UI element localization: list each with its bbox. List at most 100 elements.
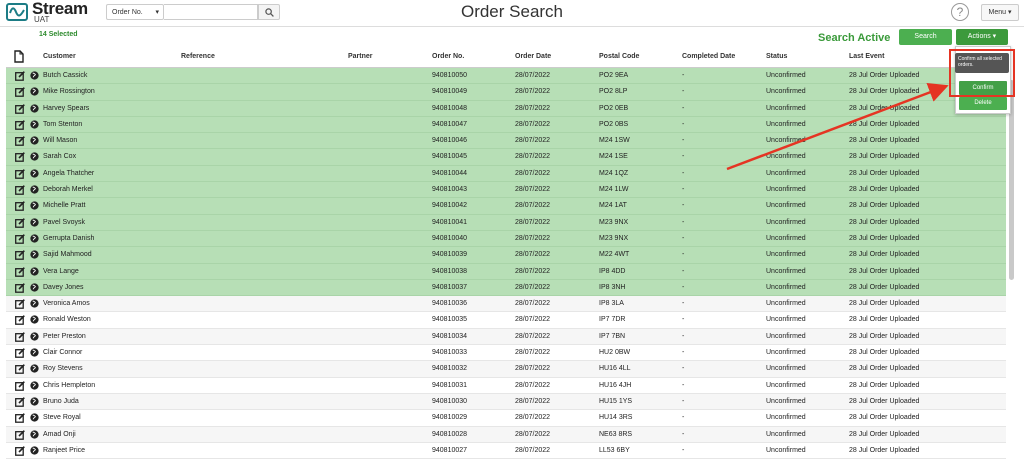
help-icon[interactable]: ? — [951, 3, 969, 21]
table-row[interactable]: Clair Connor 940810033 28/07/2022 HU2 0BW - U… — [6, 345, 1006, 362]
cell-customer[interactable]: Angela Thatcher — [43, 170, 94, 177]
menu-button[interactable]: Menu ▾ — [981, 4, 1019, 21]
edit-icon[interactable] — [15, 87, 25, 98]
globe-icon[interactable] — [30, 364, 39, 373]
table-row[interactable]: Peter Preston 940810034 28/07/2022 IP7 7BN -… — [6, 328, 1006, 346]
edit-icon[interactable] — [15, 71, 25, 81]
cell-customer[interactable]: Vera Lange — [43, 268, 79, 275]
globe-icon[interactable] — [30, 152, 39, 162]
table-row[interactable]: Mike Rossington 940810049 28/07/2022 PO2 8L… — [6, 84, 1006, 101]
globe-icon[interactable] — [30, 71, 39, 80]
table-row[interactable]: Will Mason 940810046 28/07/2022 M24 1SW - Unc… — [6, 133, 1006, 150]
edit-icon[interactable] — [15, 429, 25, 440]
cell-customer[interactable]: Steve Royal — [43, 414, 81, 421]
table-row[interactable]: Sarah Cox 940810045 28/07/2022 M24 1SE - Unco… — [6, 149, 1006, 166]
edit-icon[interactable] — [15, 250, 25, 261]
edit-icon[interactable] — [15, 185, 25, 195]
edit-icon[interactable] — [15, 445, 25, 456]
globe-icon[interactable] — [30, 381, 39, 390]
edit-icon[interactable] — [15, 136, 25, 147]
cell-customer[interactable]: Michelle Pratt — [43, 202, 85, 209]
table-row[interactable]: Amad Onji 940810028 28/07/2022 NE63 8RS - Unc… — [6, 426, 1006, 443]
table-row[interactable]: Gerrupta Danish 940810040 28/07/2022 M23 9N… — [6, 230, 1006, 248]
cell-customer[interactable]: Ranjeet Price — [43, 447, 85, 454]
globe-icon[interactable] — [30, 201, 39, 211]
globe-icon[interactable] — [30, 250, 39, 259]
edit-icon[interactable] — [15, 282, 25, 293]
cell-customer[interactable]: Roy Stevens — [43, 365, 83, 372]
globe-icon[interactable] — [30, 332, 39, 341]
col-partner[interactable]: Partner — [348, 53, 373, 60]
col-completed-date[interactable]: Completed Date — [682, 53, 735, 60]
globe-icon[interactable] — [30, 136, 39, 145]
table-row[interactable]: Roy Stevens 940810032 28/07/2022 HU16 4LL - U… — [6, 361, 1006, 378]
edit-icon[interactable] — [15, 397, 25, 407]
col-postal-code[interactable]: Postal Code — [599, 53, 639, 60]
table-row[interactable]: Deborah Merkel 940810043 28/07/2022 M24 1LW… — [6, 182, 1006, 199]
table-row[interactable]: Michelle Pratt 940810042 28/07/2022 M24 1AT… — [6, 198, 1006, 215]
delete-menu-item[interactable]: Delete — [959, 97, 1007, 110]
cell-customer[interactable]: Veronica Amos — [43, 300, 90, 307]
cell-customer[interactable]: Amad Onji — [43, 431, 76, 438]
col-last-event[interactable]: Last Event — [849, 53, 884, 60]
col-order-no[interactable]: Order No. — [432, 53, 464, 60]
table-row[interactable]: Tom Stenton 940810047 28/07/2022 PO2 0BS - Un… — [6, 116, 1006, 134]
edit-icon[interactable] — [15, 315, 25, 326]
table-row[interactable]: Steve Royal 940810029 28/07/2022 HU14 3RS - U… — [6, 410, 1006, 427]
cell-customer[interactable]: Ronald Weston — [43, 316, 91, 323]
edit-icon[interactable] — [15, 266, 25, 277]
globe-icon[interactable] — [30, 283, 39, 292]
globe-icon[interactable] — [30, 397, 39, 406]
cell-customer[interactable]: Bruno Juda — [43, 398, 79, 405]
document-icon[interactable] — [14, 50, 24, 63]
actions-button[interactable]: Actions ▾ — [956, 29, 1008, 45]
edit-icon[interactable] — [15, 413, 25, 424]
col-customer[interactable]: Customer — [43, 53, 76, 60]
globe-icon[interactable] — [30, 103, 39, 113]
table-scrollbar[interactable] — [1009, 66, 1015, 466]
edit-icon[interactable] — [15, 168, 25, 179]
table-row[interactable]: Vera Lange 940810038 28/07/2022 IP8 4DD - Unc… — [6, 263, 1006, 280]
table-row[interactable]: Sajid Mahmood 940810039 28/07/2022 M22 4WT -… — [6, 247, 1006, 264]
table-row[interactable]: Davey Jones 940810037 28/07/2022 IP8 3NH - Un… — [6, 279, 1006, 297]
cell-customer[interactable]: Peter Preston — [43, 333, 86, 340]
table-row[interactable]: Bruno Juda 940810030 28/07/2022 HU15 1YS - Un… — [6, 393, 1006, 411]
cell-customer[interactable]: Sarah Cox — [43, 153, 76, 160]
edit-icon[interactable] — [15, 234, 25, 244]
col-order-date[interactable]: Order Date — [515, 53, 551, 60]
edit-icon[interactable] — [15, 331, 25, 342]
table-row[interactable]: Ranjeet Price 940810027 28/07/2022 LL53 6BY… — [6, 442, 1006, 460]
globe-icon[interactable] — [30, 299, 39, 308]
globe-icon[interactable] — [30, 413, 39, 422]
globe-icon[interactable] — [30, 315, 39, 325]
edit-icon[interactable] — [15, 364, 25, 375]
globe-icon[interactable] — [30, 218, 39, 227]
cell-customer[interactable]: Will Mason — [43, 137, 77, 144]
cell-customer[interactable]: Harvey Spears — [43, 105, 89, 112]
cell-customer[interactable]: Tom Stenton — [43, 121, 82, 128]
edit-icon[interactable] — [15, 299, 25, 310]
globe-icon[interactable] — [30, 266, 39, 276]
edit-icon[interactable] — [15, 380, 25, 391]
col-status[interactable]: Status — [766, 53, 787, 60]
edit-icon[interactable] — [15, 201, 25, 212]
globe-icon[interactable] — [30, 169, 39, 178]
globe-icon[interactable] — [30, 87, 39, 96]
cell-customer[interactable]: Pavel Svoysk — [43, 219, 85, 226]
table-row[interactable]: Angela Thatcher 940810044 28/07/2022 M24 1Q… — [6, 165, 1006, 183]
edit-icon[interactable] — [15, 120, 25, 130]
cell-customer[interactable]: Deborah Merkel — [43, 186, 93, 193]
table-row[interactable]: Veronica Amos 940810036 28/07/2022 IP8 3LA -… — [6, 296, 1006, 313]
search-button[interactable]: Search — [899, 29, 952, 45]
globe-icon[interactable] — [30, 429, 39, 439]
cell-customer[interactable]: Mike Rossington — [43, 88, 95, 95]
table-row[interactable]: Harvey Spears 940810048 28/07/2022 PO2 0EB -… — [6, 100, 1006, 117]
table-row[interactable]: Ronald Weston 940810035 28/07/2022 IP7 7DR -… — [6, 312, 1006, 329]
cell-customer[interactable]: Butch Cassick — [43, 72, 87, 79]
edit-icon[interactable] — [15, 348, 25, 358]
globe-icon[interactable] — [30, 234, 39, 243]
cell-customer[interactable]: Gerrupta Danish — [43, 235, 94, 242]
globe-icon[interactable] — [30, 446, 39, 455]
cell-customer[interactable]: Sajid Mahmood — [43, 251, 92, 258]
cell-customer[interactable]: Chris Hempleton — [43, 382, 95, 389]
